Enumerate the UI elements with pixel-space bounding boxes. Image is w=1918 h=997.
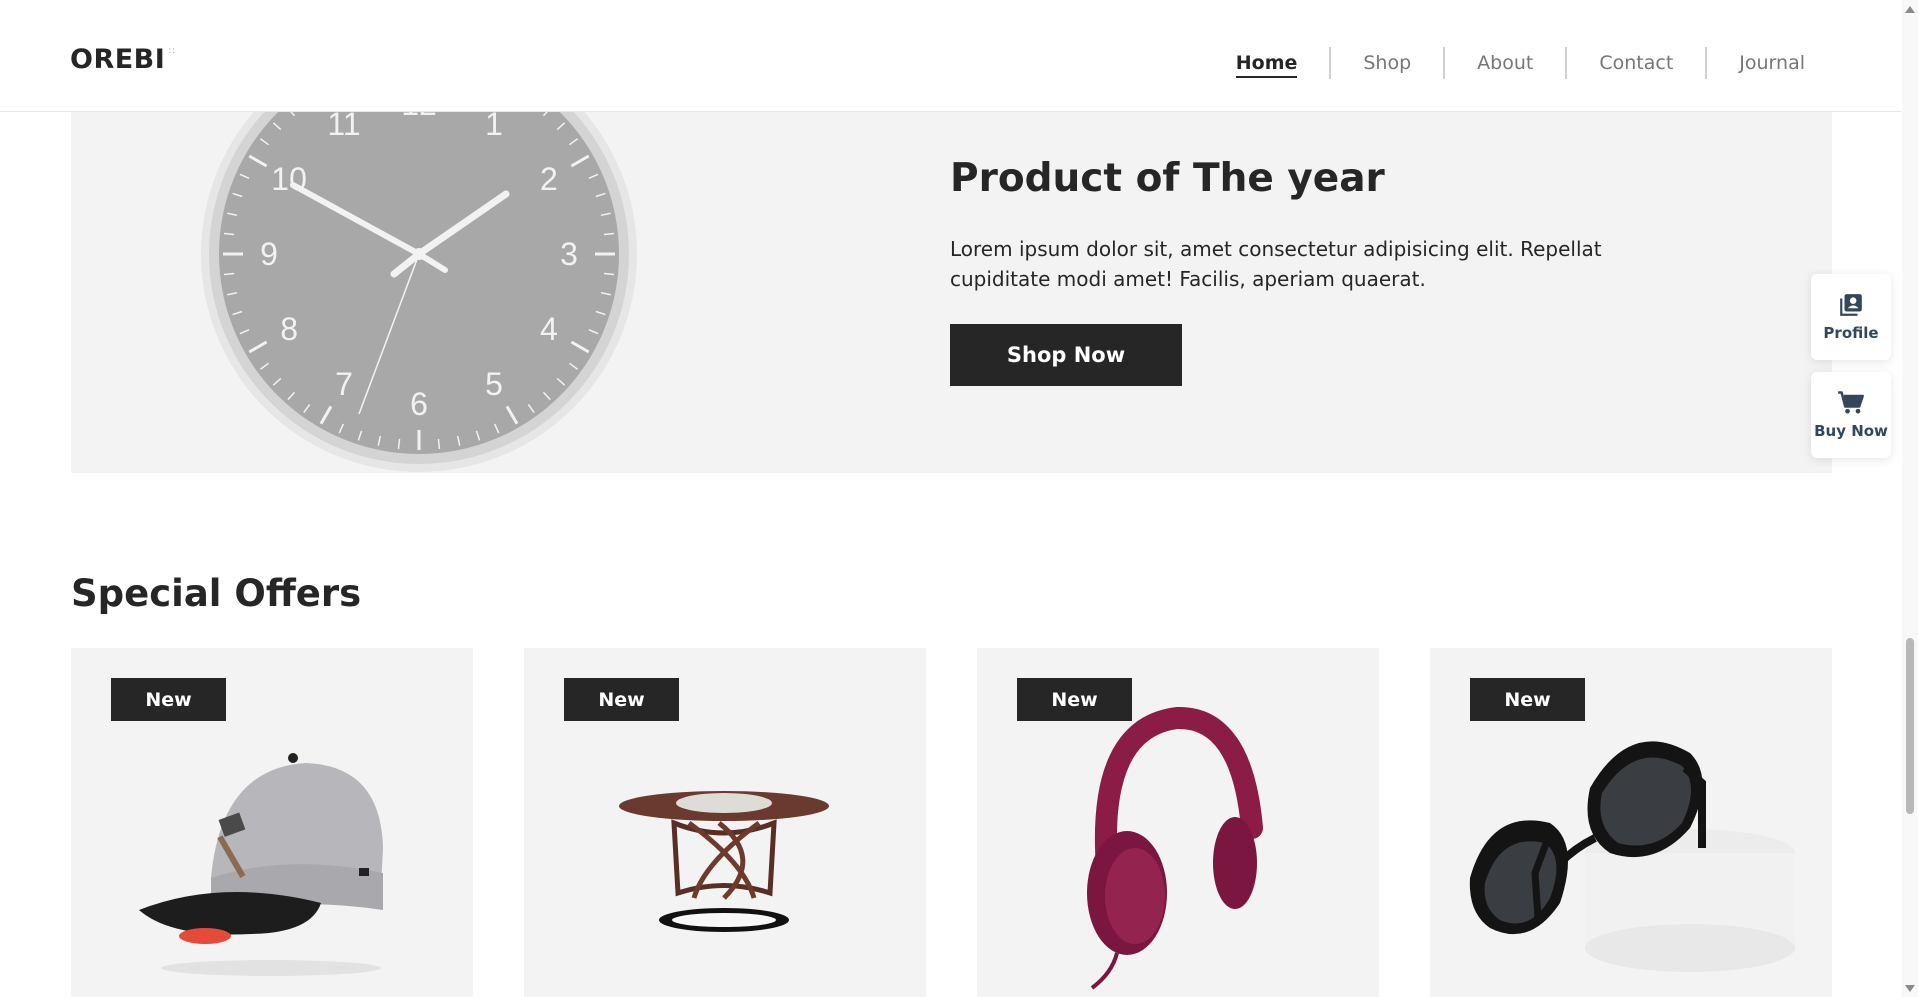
clock-tick <box>223 272 235 276</box>
scrollbar-thumb[interactable] <box>1906 638 1914 814</box>
cart-icon <box>1838 391 1864 414</box>
special-offers-heading: Special Offers <box>71 572 362 615</box>
buy-now-label: Buy Now <box>1814 422 1888 440</box>
clock-numeral: 3 <box>560 236 578 272</box>
nav-home[interactable]: Home <box>1204 47 1330 79</box>
clock-tick <box>397 438 401 450</box>
clock-numeral: 9 <box>260 236 278 272</box>
clock-numeral: 5 <box>485 366 503 402</box>
clock-numeral: 12 <box>401 112 437 122</box>
nav-shop-label: Shop <box>1363 52 1412 74</box>
nav-contact[interactable]: Contact <box>1565 47 1705 79</box>
banner-description: Lorem ipsum dolor sit, amet consectetur … <box>950 237 1602 291</box>
new-badge: New <box>1017 678 1132 721</box>
clock-tick <box>603 272 615 276</box>
nav-about[interactable]: About <box>1443 47 1565 79</box>
banner-title: Product of The year <box>950 156 1385 201</box>
clock-numeral: 2 <box>540 161 558 197</box>
logo-text: OREBI <box>70 44 166 75</box>
clock-tick <box>223 232 235 236</box>
clock-numeral: 11 <box>327 112 360 142</box>
clock-tick <box>437 438 441 450</box>
product-card[interactable]: New <box>977 648 1379 997</box>
clock-numeral: 6 <box>410 386 428 422</box>
clock-numeral: 8 <box>280 311 298 347</box>
nav-journal-label: Journal <box>1739 52 1805 74</box>
buy-now-button[interactable]: Buy Now <box>1811 372 1891 458</box>
clock-tick <box>603 232 615 236</box>
nav-home-label: Home <box>1235 52 1298 78</box>
nav-contact-label: Contact <box>1599 52 1674 74</box>
new-badge: New <box>1470 678 1585 721</box>
product-card[interactable]: New <box>1430 648 1832 997</box>
clock-numeral: 1 <box>485 112 503 142</box>
new-badge: New <box>564 678 679 721</box>
site-header: OREBI :: Home Shop About Contact Journal <box>0 0 1902 112</box>
scroll-up-arrow-icon[interactable] <box>1905 6 1915 13</box>
new-badge: New <box>111 678 226 721</box>
clock-numeral: 4 <box>540 311 558 347</box>
nav-about-label: About <box>1477 52 1534 74</box>
scroll-down-arrow-icon[interactable] <box>1905 985 1915 992</box>
profile-label: Profile <box>1823 324 1879 342</box>
profile-button[interactable]: Profile <box>1811 274 1891 360</box>
scrollbar[interactable] <box>1902 0 1918 997</box>
product-card[interactable]: New <box>71 648 473 997</box>
logo[interactable]: OREBI :: <box>70 44 175 75</box>
product-of-year-banner: 121234567891011 Product of The year Lore… <box>71 112 1832 473</box>
clock-icon: 121234567891011 <box>201 112 637 472</box>
profile-icon <box>1840 294 1862 316</box>
clock-image: 121234567891011 <box>199 112 639 473</box>
main-nav: Home Shop About Contact Journal <box>1204 44 1837 82</box>
nav-journal[interactable]: Journal <box>1705 47 1837 79</box>
clock-numeral: 7 <box>335 366 353 402</box>
product-card[interactable]: New <box>524 648 926 997</box>
nav-shop[interactable]: Shop <box>1329 47 1443 79</box>
shop-now-button[interactable]: Shop Now <box>950 324 1182 386</box>
logo-mark: :: <box>168 46 176 56</box>
